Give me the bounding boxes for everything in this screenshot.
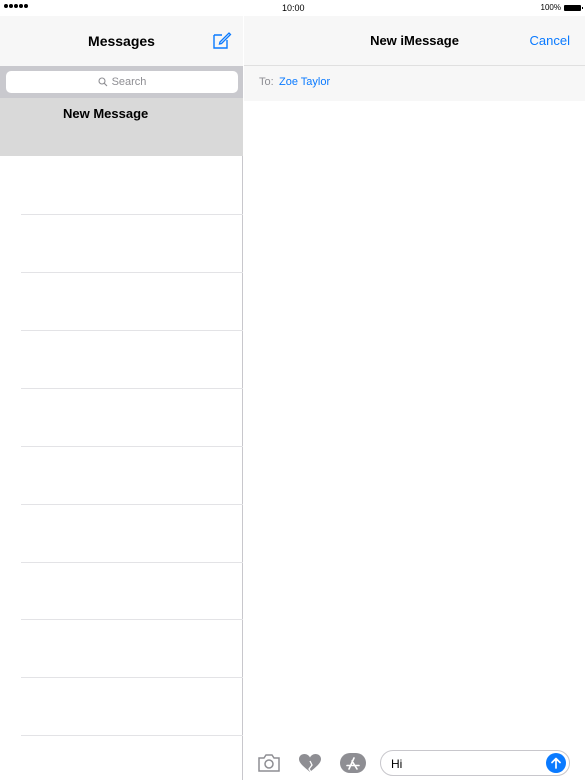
search-placeholder: Search xyxy=(111,76,147,88)
recipient-field[interactable]: To: Zoe Taylor xyxy=(244,66,585,101)
conversation-item-new-message[interactable]: New Message xyxy=(0,98,243,156)
list-separator xyxy=(21,388,243,389)
list-separator xyxy=(21,562,243,563)
search-input[interactable]: Search xyxy=(6,71,238,93)
signal-strength-icon xyxy=(4,4,28,8)
list-separator xyxy=(21,214,243,215)
conversation-item-label: New Message xyxy=(63,106,149,121)
status-time: 10:00 xyxy=(282,3,305,13)
digital-touch-heart-icon[interactable] xyxy=(298,753,322,773)
search-bar: Search xyxy=(0,66,243,98)
battery-percentage: 100% xyxy=(540,3,561,12)
list-separator xyxy=(21,330,243,331)
send-button[interactable] xyxy=(546,753,566,773)
message-text-field[interactable]: Hi xyxy=(380,750,570,776)
message-text: Hi xyxy=(391,757,403,771)
message-input-bar: Hi xyxy=(244,745,585,780)
app-store-icon[interactable] xyxy=(340,753,366,773)
battery-icon xyxy=(564,5,583,11)
new-message-header: New iMessage Cancel xyxy=(244,16,585,66)
list-separator xyxy=(21,272,243,273)
status-bar: 10:00 100% xyxy=(0,0,585,16)
send-arrow-icon xyxy=(551,757,561,769)
conversation-list-header: Messages xyxy=(0,16,243,66)
list-separator xyxy=(21,735,243,736)
list-separator xyxy=(21,677,243,678)
cancel-button[interactable]: Cancel xyxy=(530,33,570,48)
magnifier-icon xyxy=(98,77,107,87)
to-label: To: xyxy=(259,76,274,88)
recipient-token[interactable]: Zoe Taylor xyxy=(279,76,330,88)
conversation-list-pane: Messages Search New Message xyxy=(0,16,243,780)
list-separator xyxy=(21,504,243,505)
list-separator xyxy=(21,446,243,447)
messages-title: Messages xyxy=(88,33,155,49)
list-separator xyxy=(21,619,243,620)
camera-icon[interactable] xyxy=(258,754,280,772)
compose-icon[interactable] xyxy=(212,30,232,50)
